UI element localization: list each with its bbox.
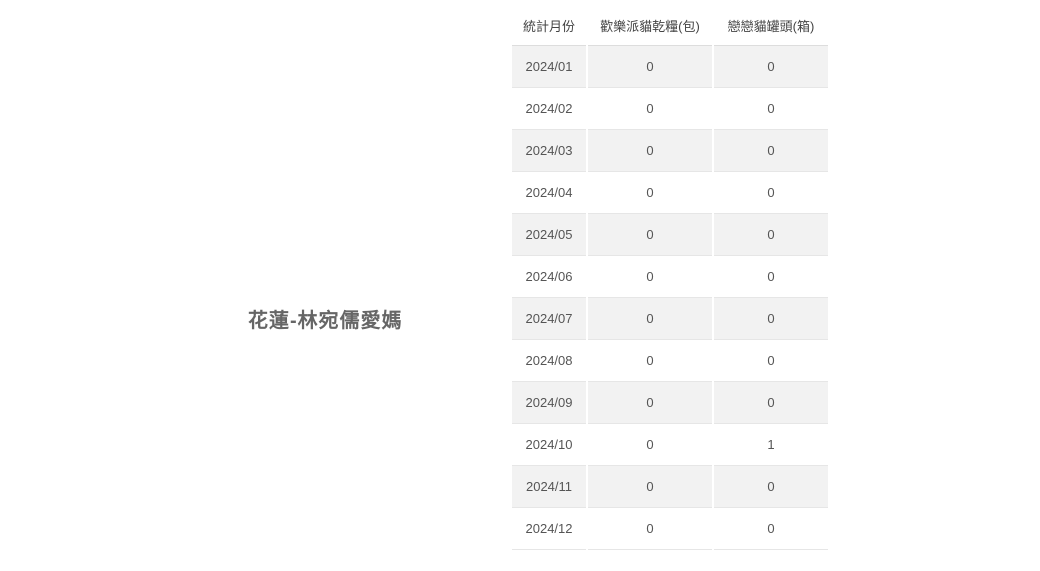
cell-month: 2024/07 xyxy=(512,298,586,340)
cell-month: 2024/02 xyxy=(512,88,586,130)
header-canned: 戀戀貓罐頭(箱) xyxy=(714,5,828,46)
cell-canned: 0 xyxy=(714,466,828,508)
cell-canned: 0 xyxy=(714,172,828,214)
cell-canned: 0 xyxy=(714,88,828,130)
cell-month: 2024/04 xyxy=(512,172,586,214)
table-row: 2024/11 0 0 xyxy=(512,466,828,508)
table-header-row: 統計月份 歡樂派貓乾糧(包) 戀戀貓罐頭(箱) xyxy=(512,5,828,46)
table-row: 2024/01 0 0 xyxy=(512,46,828,88)
page: 花蓮-林宛儒愛媽 統計月份 歡樂派貓乾糧(包) 戀戀貓罐頭(箱) 2024/01… xyxy=(0,0,1040,571)
header-month: 統計月份 xyxy=(512,5,586,46)
cell-canned: 0 xyxy=(714,382,828,424)
cell-month: 2024/10 xyxy=(512,424,586,466)
donor-name: 花蓮-林宛儒愛媽 xyxy=(248,310,403,332)
cell-dry-food: 0 xyxy=(588,46,712,88)
cell-month: 2024/05 xyxy=(512,214,586,256)
table-row: 2024/02 0 0 xyxy=(512,88,828,130)
cell-month: 2024/06 xyxy=(512,256,586,298)
table-row: 2024/05 0 0 xyxy=(512,214,828,256)
cell-dry-food: 0 xyxy=(588,340,712,382)
table-row: 2024/12 0 0 xyxy=(512,508,828,550)
table-row: 2024/10 0 1 xyxy=(512,424,828,466)
cell-dry-food: 0 xyxy=(588,214,712,256)
cell-canned: 0 xyxy=(714,46,828,88)
cell-dry-food: 0 xyxy=(588,424,712,466)
cell-canned: 0 xyxy=(714,130,828,172)
table-row: 2024/04 0 0 xyxy=(512,172,828,214)
table-row: 2024/09 0 0 xyxy=(512,382,828,424)
header-dry-food: 歡樂派貓乾糧(包) xyxy=(588,5,712,46)
cell-dry-food: 0 xyxy=(588,130,712,172)
cell-canned: 0 xyxy=(714,508,828,550)
table-row: 2024/03 0 0 xyxy=(512,130,828,172)
table-row: 2024/07 0 0 xyxy=(512,298,828,340)
cell-dry-food: 0 xyxy=(588,382,712,424)
monthly-stats-table: 統計月份 歡樂派貓乾糧(包) 戀戀貓罐頭(箱) 2024/01 0 0 2024… xyxy=(510,5,830,550)
cell-dry-food: 0 xyxy=(588,298,712,340)
cell-month: 2024/01 xyxy=(512,46,586,88)
table-row: 2024/06 0 0 xyxy=(512,256,828,298)
cell-canned: 0 xyxy=(714,214,828,256)
cell-dry-food: 0 xyxy=(588,88,712,130)
cell-dry-food: 0 xyxy=(588,256,712,298)
cell-dry-food: 0 xyxy=(588,466,712,508)
cell-dry-food: 0 xyxy=(588,172,712,214)
cell-canned: 0 xyxy=(714,298,828,340)
cell-month: 2024/09 xyxy=(512,382,586,424)
cell-month: 2024/12 xyxy=(512,508,586,550)
cell-month: 2024/08 xyxy=(512,340,586,382)
cell-canned: 1 xyxy=(714,424,828,466)
cell-month: 2024/11 xyxy=(512,466,586,508)
cell-dry-food: 0 xyxy=(588,508,712,550)
cell-canned: 0 xyxy=(714,256,828,298)
cell-month: 2024/03 xyxy=(512,130,586,172)
table-row: 2024/08 0 0 xyxy=(512,340,828,382)
cell-canned: 0 xyxy=(714,340,828,382)
